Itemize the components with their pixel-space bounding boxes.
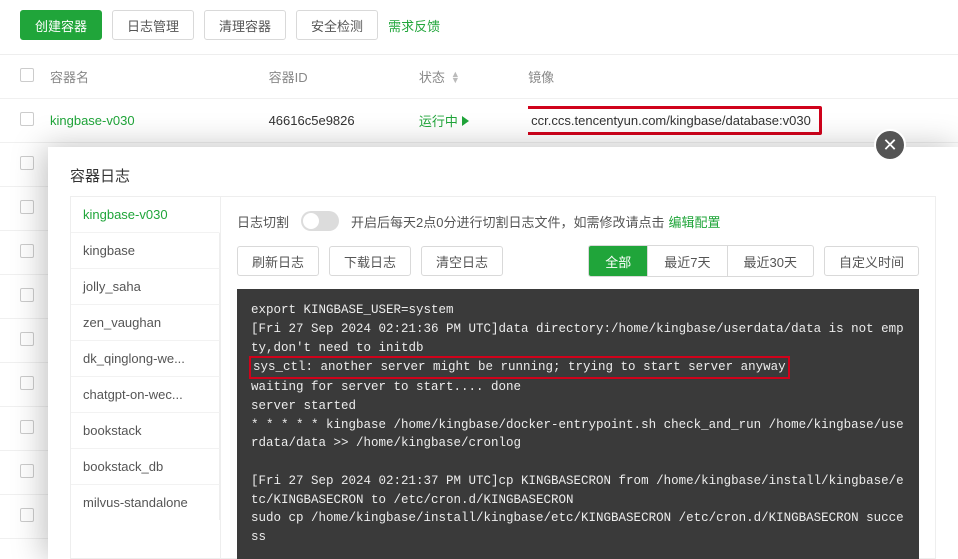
select-all-checkbox[interactable] <box>20 68 34 82</box>
row-checkbox[interactable] <box>20 464 34 478</box>
play-icon <box>462 116 469 126</box>
refresh-log-button[interactable]: 刷新日志 <box>237 246 319 276</box>
status-text: 运行中 <box>419 111 458 130</box>
toolbar: 创建容器 日志管理 清理容器 安全检测 需求反馈 <box>0 0 958 54</box>
log-action-row: 刷新日志 下载日志 清空日志 全部 最近7天 最近30天 自定义时间 <box>237 245 919 277</box>
row-checkbox[interactable] <box>20 376 34 390</box>
col-header-id: 容器ID <box>269 67 419 86</box>
row-checkbox[interactable] <box>20 288 34 302</box>
row-checkbox[interactable] <box>20 244 34 258</box>
close-icon[interactable]: ✕ <box>874 129 906 161</box>
col-header-status[interactable]: 状态 <box>419 67 445 86</box>
log-split-toggle[interactable] <box>301 211 339 231</box>
log-split-desc: 开启后每天2点0分进行切割日志文件，如需修改请点击 <box>351 212 664 231</box>
col-header-name: 容器名 <box>50 67 269 86</box>
table-row: kingbase-v030 46616c5e9826 运行中 ccr.ccs.t… <box>0 99 958 143</box>
range-all[interactable]: 全部 <box>589 246 647 276</box>
log-split-row: 日志切割 开启后每天2点0分进行切割日志文件，如需修改请点击 编辑配置 <box>237 211 919 231</box>
clear-log-button[interactable]: 清空日志 <box>421 246 503 276</box>
cleanup-button[interactable]: 清理容器 <box>204 10 286 40</box>
log-line: [Fri 27 Sep 2024 02:21:36 PM UTC]data di… <box>251 322 904 355</box>
row-checkbox[interactable] <box>20 420 34 434</box>
sidebar-item[interactable]: kingbase-v030 <box>71 197 220 233</box>
security-check-button[interactable]: 安全检测 <box>296 10 378 40</box>
log-line: waiting for server to start.... done <box>251 380 521 394</box>
row-checkbox[interactable] <box>20 508 34 522</box>
sidebar-item[interactable]: zen_vaughan <box>71 305 220 341</box>
table-header-row: 容器名 容器ID 状态 ▲▼ 镜像 <box>0 55 958 99</box>
create-container-button[interactable]: 创建容器 <box>20 10 102 40</box>
container-name-link[interactable]: kingbase-v030 <box>50 113 135 128</box>
sidebar-item[interactable]: bookstack <box>71 413 220 449</box>
log-line: [Fri 27 Sep 2024 02:21:37 PM UTC]cp KING… <box>251 474 904 507</box>
log-modal: ✕ 容器日志 kingbase-v030 kingbase jolly_saha… <box>48 147 958 559</box>
log-manage-button[interactable]: 日志管理 <box>112 10 194 40</box>
sidebar-item[interactable]: chatgpt-on-wec... <box>71 377 220 413</box>
image-highlight: ccr.ccs.tencentyun.com/kingbase/database… <box>528 106 822 135</box>
sidebar-item[interactable]: jolly_saha <box>71 269 220 305</box>
log-terminal[interactable]: export KINGBASE_USER=system [Fri 27 Sep … <box>237 289 919 559</box>
container-id: 46616c5e9826 <box>269 113 419 128</box>
col-header-image: 镜像 <box>528 67 938 86</box>
container-image[interactable]: ccr.ccs.tencentyun.com/kingbase/database… <box>531 113 811 128</box>
row-checkbox[interactable] <box>20 200 34 214</box>
row-checkbox[interactable] <box>20 112 34 126</box>
sidebar-item[interactable]: bookstack_db <box>71 449 220 485</box>
log-line: export KINGBASE_USER=system <box>251 303 454 317</box>
time-range-segment: 全部 最近7天 最近30天 <box>588 245 814 277</box>
download-log-button[interactable]: 下载日志 <box>329 246 411 276</box>
sidebar-item[interactable]: dk_qinglong-we... <box>71 341 220 377</box>
sort-icon[interactable]: ▲▼ <box>451 71 460 83</box>
sidebar-item[interactable]: kingbase <box>71 233 220 269</box>
feedback-link[interactable]: 需求反馈 <box>388 16 440 35</box>
row-checkbox[interactable] <box>20 332 34 346</box>
edit-config-link[interactable]: 编辑配置 <box>668 212 720 231</box>
container-sidebar: kingbase-v030 kingbase jolly_saha zen_va… <box>70 196 220 559</box>
log-line-highlight: sys_ctl: another server might be running… <box>249 356 790 379</box>
range-30d[interactable]: 最近30天 <box>727 246 813 276</box>
range-7d[interactable]: 最近7天 <box>647 246 726 276</box>
status-running[interactable]: 运行中 <box>419 111 469 130</box>
range-custom-button[interactable]: 自定义时间 <box>824 246 919 276</box>
sidebar-item[interactable]: milvus-standalone <box>71 485 220 520</box>
modal-title: 容器日志 <box>48 147 958 196</box>
log-line: * * * * * kingbase /home/kingbase/docker… <box>251 418 904 451</box>
log-line: sudo cp /home/kingbase/install/kingbase/… <box>251 511 904 544</box>
row-checkbox[interactable] <box>20 156 34 170</box>
log-split-label: 日志切割 <box>237 212 289 231</box>
log-line: server started <box>251 399 356 413</box>
log-panel: 日志切割 开启后每天2点0分进行切割日志文件，如需修改请点击 编辑配置 刷新日志… <box>220 196 936 559</box>
